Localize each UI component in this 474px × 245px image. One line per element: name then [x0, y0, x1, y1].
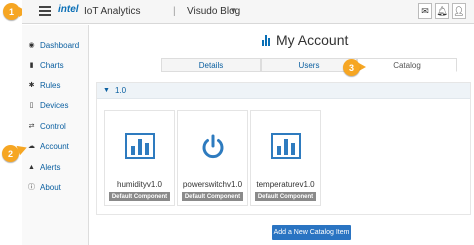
intel-logo: intel [58, 4, 79, 15]
component-name: humidityv1.0 [117, 180, 162, 189]
sidebar-item-alerts[interactable]: ▲ Alerts [27, 159, 60, 175]
sidebar: ◉ Dashboard ▮ Charts ✱ Rules ▯ Devices ⇄… [22, 25, 89, 245]
add-catalog-item-button[interactable]: Add a New Catalog Item [272, 225, 351, 240]
tab-catalog[interactable]: Catalog [357, 58, 457, 72]
callout-3: 3 [343, 59, 360, 76]
component-name: temperaturev1.0 [256, 180, 315, 189]
sidebar-item-label: Devices [40, 100, 69, 110]
catalog-version-label: 1.0 [114, 86, 127, 95]
user-icon[interactable]: 👤︎ [452, 3, 466, 19]
default-component-badge: Default Component [255, 192, 316, 201]
default-component-badge: Default Component [182, 192, 243, 201]
component-name: powerswitchv1.0 [182, 180, 243, 189]
top-bar: intel IoT Analytics | Visudo Blog ▾ ✉ 🔔︎… [22, 0, 474, 24]
sidebar-item-label: Dashboard [40, 40, 80, 50]
sidebar-item-dashboard[interactable]: ◉ Dashboard [27, 37, 79, 53]
account-icon: ☁ [28, 143, 35, 150]
charts-icon: ▮ [29, 62, 34, 69]
alerts-icon: ▲ [28, 163, 35, 171]
app-title: IoT Analytics [84, 6, 141, 17]
mail-icon[interactable]: ✉ [418, 3, 432, 19]
sidebar-item-label: Control [40, 121, 66, 131]
chevron-down-icon: ▼ [103, 87, 110, 94]
sidebar-item-rules[interactable]: ✱ Rules [27, 77, 61, 93]
component-card-humidity[interactable]: humidityv1.0 Default Component [104, 110, 175, 206]
title-separator: | [173, 6, 176, 17]
account-tabs: Details Users Catalog [161, 58, 457, 72]
bar-chart-icon [124, 133, 155, 159]
default-component-badge: Default Component [109, 192, 170, 201]
sidebar-item-devices[interactable]: ▯ Devices [27, 97, 69, 113]
page-title-text: My Account [276, 32, 349, 48]
sidebar-item-about[interactable]: ⓘ About [27, 179, 61, 195]
page-title: My Account [262, 32, 348, 48]
control-icon: ⇄ [28, 123, 35, 130]
sidebar-item-label: Charts [40, 60, 64, 70]
catalog-version-header[interactable]: ▼ 1.0 [97, 83, 470, 99]
sidebar-item-label: About [40, 182, 61, 192]
about-icon: ⓘ [28, 184, 35, 191]
bar-chart-icon [262, 34, 271, 46]
sidebar-item-account[interactable]: ☁ Account [27, 138, 69, 154]
sidebar-item-charts[interactable]: ▮ Charts [27, 57, 64, 73]
power-icon [202, 134, 223, 159]
tab-details[interactable]: Details [161, 58, 261, 72]
devices-icon: ▯ [29, 102, 34, 109]
sidebar-item-control[interactable]: ⇄ Control [27, 118, 66, 134]
sidebar-item-label: Alerts [40, 162, 61, 172]
callout-1: 1 [3, 3, 20, 20]
bell-icon[interactable]: 🔔︎ [435, 3, 449, 19]
dashboard-icon: ◉ [28, 42, 35, 49]
component-card-powerswitch[interactable]: powerswitchv1.0 Default Component [177, 110, 248, 206]
account-dropdown-icon[interactable]: ▾ [231, 5, 236, 16]
sidebar-item-label: Account [40, 141, 69, 151]
sidebar-item-label: Rules [40, 80, 61, 90]
bar-chart-icon [270, 133, 301, 159]
top-icon-group: ✉ 🔔︎ 👤︎ [415, 3, 466, 19]
rules-icon: ✱ [28, 82, 35, 89]
catalog-panel: ▼ 1.0 humidityv1.0 Default Component pow… [96, 82, 471, 215]
component-card-temperature[interactable]: temperaturev1.0 Default Component [250, 110, 321, 206]
hamburger-menu-icon[interactable] [39, 6, 51, 17]
